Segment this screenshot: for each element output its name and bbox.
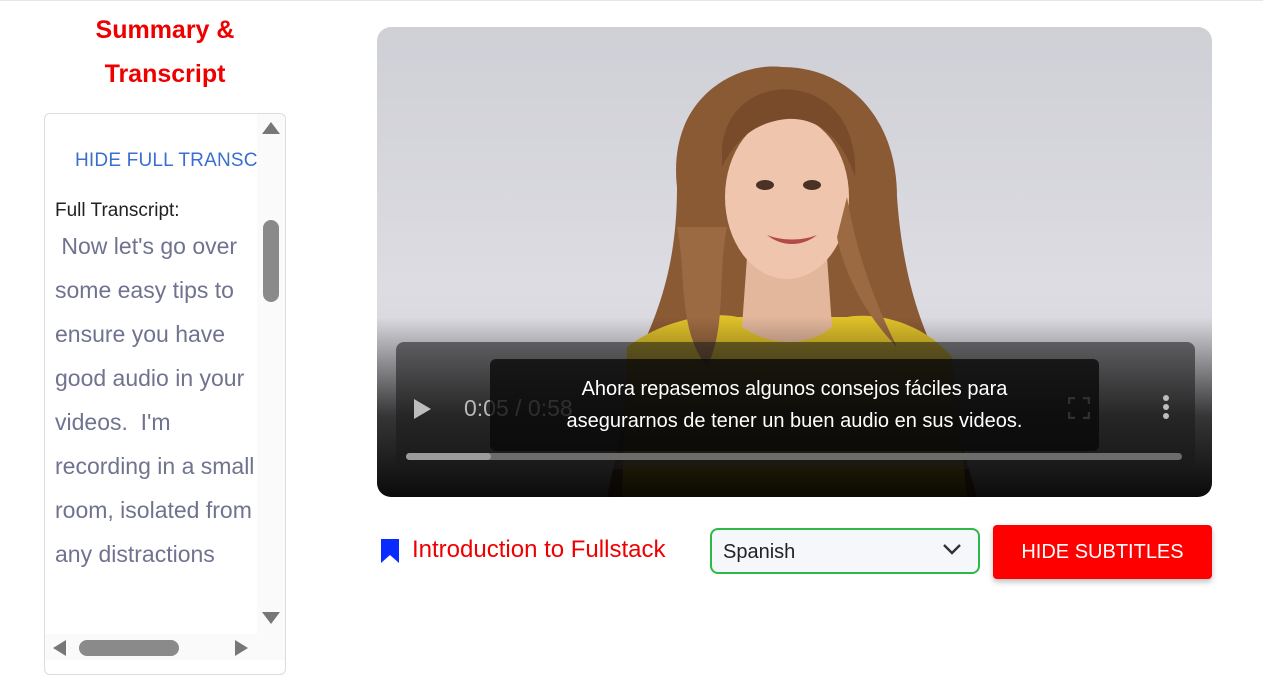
subtitle-overlay: Ahora repasemos algunos consejos fáciles… bbox=[490, 359, 1099, 451]
transcript-scroll-area[interactable]: HIDE FULL TRANSCRIPT Full Transcript: No… bbox=[45, 114, 257, 634]
language-select-value: Spanish bbox=[723, 541, 796, 563]
horizontal-scrollbar[interactable] bbox=[45, 634, 285, 660]
course-title-link[interactable]: Introduction to Fullstack bbox=[412, 536, 665, 564]
chevron-down-icon bbox=[943, 544, 961, 555]
summary-transcript-heading: Summary & Transcript bbox=[40, 8, 290, 96]
vertical-scroll-thumb[interactable] bbox=[263, 220, 279, 302]
scroll-left-arrow-icon[interactable] bbox=[53, 640, 66, 656]
scroll-right-arrow-icon[interactable] bbox=[235, 640, 248, 656]
video-progress-bar[interactable] bbox=[406, 453, 1182, 460]
language-select[interactable]: Spanish bbox=[710, 528, 980, 574]
video-progress-fill bbox=[406, 453, 492, 460]
transcript-panel[interactable]: HIDE FULL TRANSCRIPT Full Transcript: No… bbox=[44, 113, 286, 675]
bookmark-icon[interactable] bbox=[380, 538, 400, 564]
subtitle-line-2: asegurarnos de tener un buen audio en su… bbox=[566, 410, 1023, 432]
heading-line-1: Summary & bbox=[95, 16, 235, 44]
vertical-scrollbar[interactable] bbox=[257, 114, 285, 634]
transcript-text: Now let's go over some easy tips to ensu… bbox=[55, 233, 255, 567]
top-divider bbox=[0, 0, 1263, 1]
subtitle-line-1: Ahora repasemos algunos consejos fáciles… bbox=[581, 378, 1008, 400]
scroll-up-arrow-icon[interactable] bbox=[262, 122, 280, 134]
play-icon[interactable] bbox=[414, 399, 431, 419]
horizontal-scroll-thumb[interactable] bbox=[79, 640, 179, 656]
scroll-down-arrow-icon[interactable] bbox=[262, 612, 280, 624]
heading-line-2: Transcript bbox=[104, 60, 226, 88]
hide-full-transcript-button[interactable]: HIDE FULL TRANSCRIPT bbox=[75, 150, 257, 172]
more-vertical-icon[interactable] bbox=[1163, 395, 1169, 421]
hide-subtitles-button[interactable]: HIDE SUBTITLES bbox=[993, 525, 1212, 579]
full-transcript-label: Full Transcript: bbox=[55, 200, 180, 221]
video-player[interactable]: 0:05 / 0:58 Ahora repasemos algunos cons… bbox=[377, 27, 1212, 497]
